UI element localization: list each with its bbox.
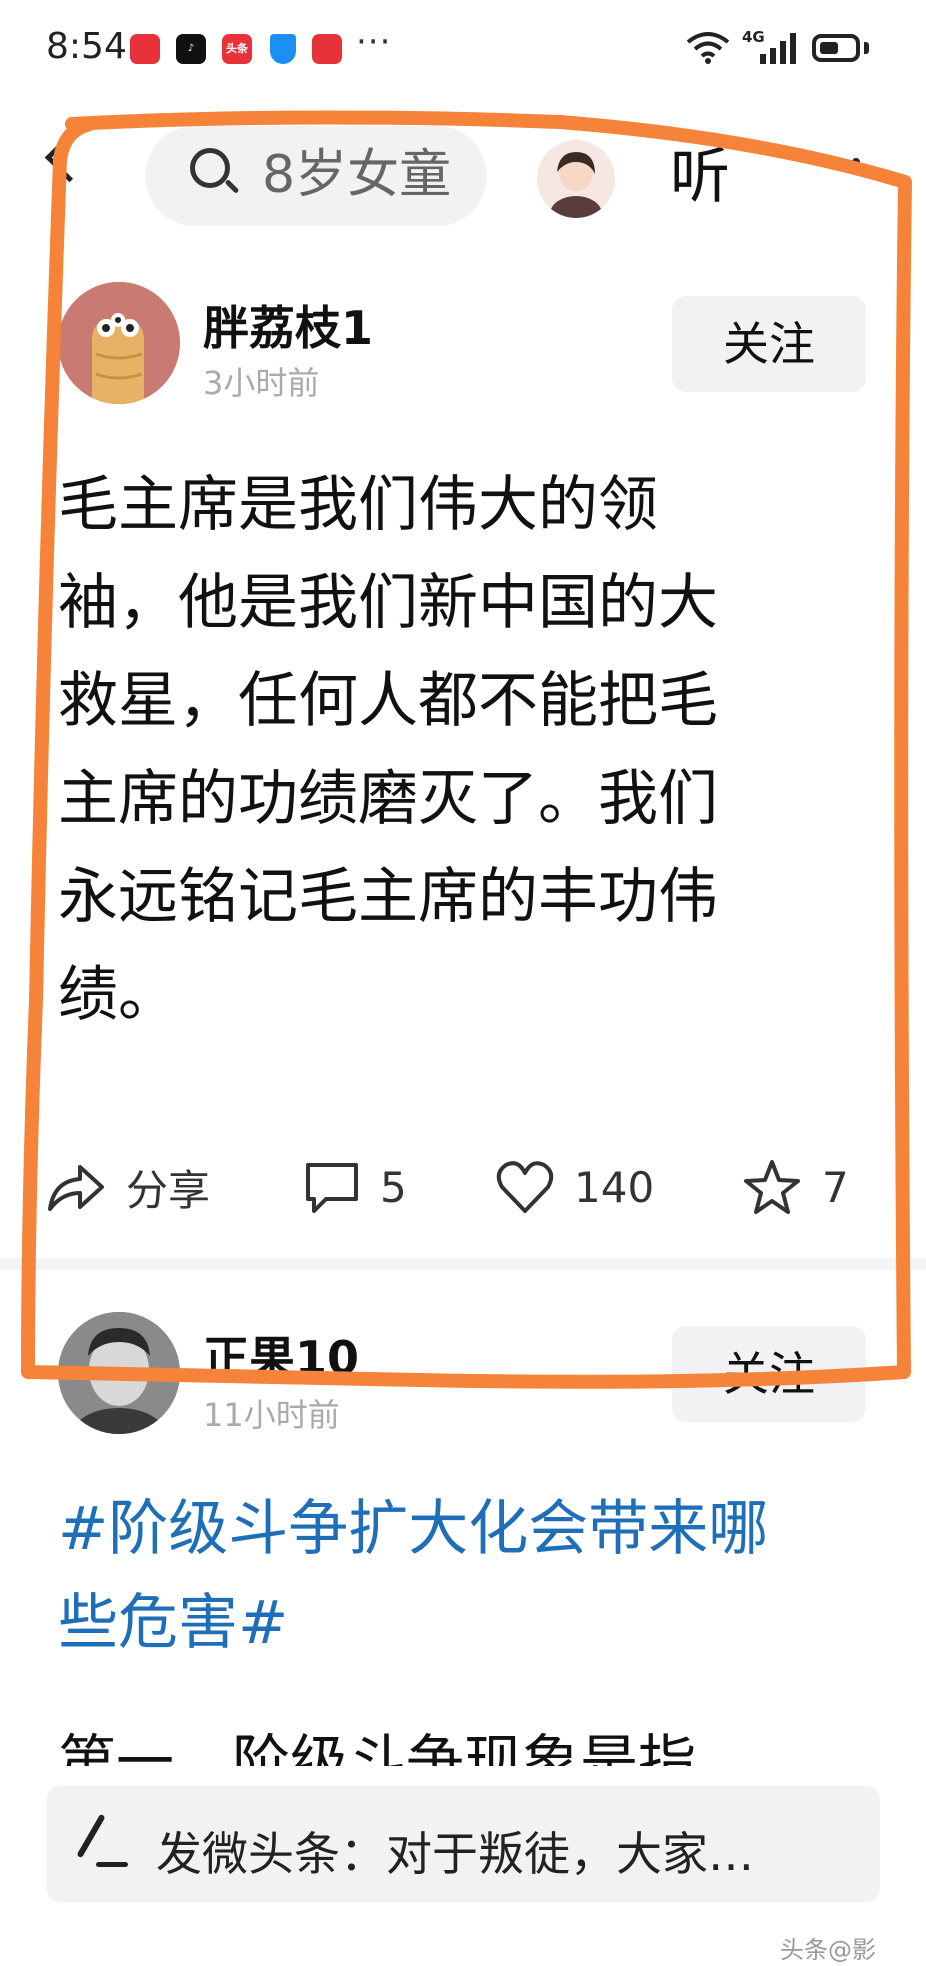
toutiao-icon: 头条: [222, 34, 252, 64]
content-line: 永远铭记毛主席的丰功伟: [58, 862, 718, 932]
like-button[interactable]: 140: [496, 1152, 654, 1222]
post-body-preview[interactable]: 第一，阶级斗争现象是指: [58, 1714, 878, 1766]
content-line: 绩。: [58, 960, 178, 1030]
author-avatar[interactable]: [58, 282, 180, 404]
topic-line: 些危害#: [58, 1588, 289, 1658]
author-name-2[interactable]: 正果10: [203, 1322, 359, 1388]
share-button[interactable]: 分享: [46, 1152, 210, 1222]
favorite-count: 7: [822, 1162, 849, 1212]
author-name[interactable]: 胖荔枝1: [203, 292, 373, 358]
post-divider: [0, 1258, 926, 1270]
heart-icon: [496, 1161, 554, 1213]
battery-tip: [864, 42, 869, 54]
battery-icon: [812, 34, 860, 62]
post-time: 3小时前: [203, 364, 320, 402]
wifi-icon: [686, 32, 730, 64]
favorite-button[interactable]: 7: [742, 1152, 849, 1222]
content-line: 主席的功绩磨灭了。我们: [58, 764, 718, 834]
user-avatar-top[interactable]: [537, 140, 615, 218]
content-line: 毛主席是我们伟大的领: [58, 470, 658, 540]
follow-button-2[interactable]: 关注: [672, 1326, 866, 1422]
comment-count: 5: [380, 1162, 407, 1212]
author-avatar-2[interactable]: [58, 1312, 180, 1434]
huawei-shop-icon-2: [312, 34, 342, 64]
more-icon[interactable]: [852, 158, 860, 166]
like-count: 140: [574, 1162, 655, 1212]
huawei-shop-icon: [130, 34, 160, 64]
comment-icon: [306, 1163, 358, 1213]
signal-icon: [760, 33, 796, 64]
post-content[interactable]: 毛主席是我们伟大的领 袖，他是我们新中国的大 救星，任何人都不能把毛 主席的功绩…: [58, 456, 858, 1044]
watermark: 头条@影: [780, 1936, 876, 1964]
listen-button[interactable]: 听: [670, 128, 730, 208]
search-query[interactable]: 8岁女童: [262, 132, 462, 207]
pen-icon-base: [96, 1862, 128, 1867]
back-icon[interactable]: [44, 132, 95, 183]
comment-button[interactable]: 5: [304, 1152, 407, 1222]
star-icon: [744, 1160, 800, 1214]
follow-button[interactable]: 关注: [672, 296, 866, 392]
topic-hashtag[interactable]: #阶级斗争扩大化会带来哪 些危害#: [58, 1482, 878, 1670]
clock: 8:54: [46, 26, 127, 67]
search-icon: [190, 148, 230, 188]
more-notifications-icon: ···: [356, 22, 392, 62]
post-time-2: 11小时前: [203, 1396, 340, 1434]
content-line: 袖，他是我们新中国的大: [58, 568, 718, 638]
share-label: 分享: [126, 1165, 211, 1215]
topic-line: #阶级斗争扩大化会带来哪: [58, 1494, 769, 1564]
shield-app-icon: [270, 34, 296, 64]
share-icon: [48, 1165, 104, 1211]
content-line: 救星，任何人都不能把毛: [58, 666, 718, 736]
tiktok-icon: ♪: [176, 34, 206, 64]
composer-placeholder[interactable]: 发微头条：对于叛徒，大家…: [156, 1818, 754, 1884]
